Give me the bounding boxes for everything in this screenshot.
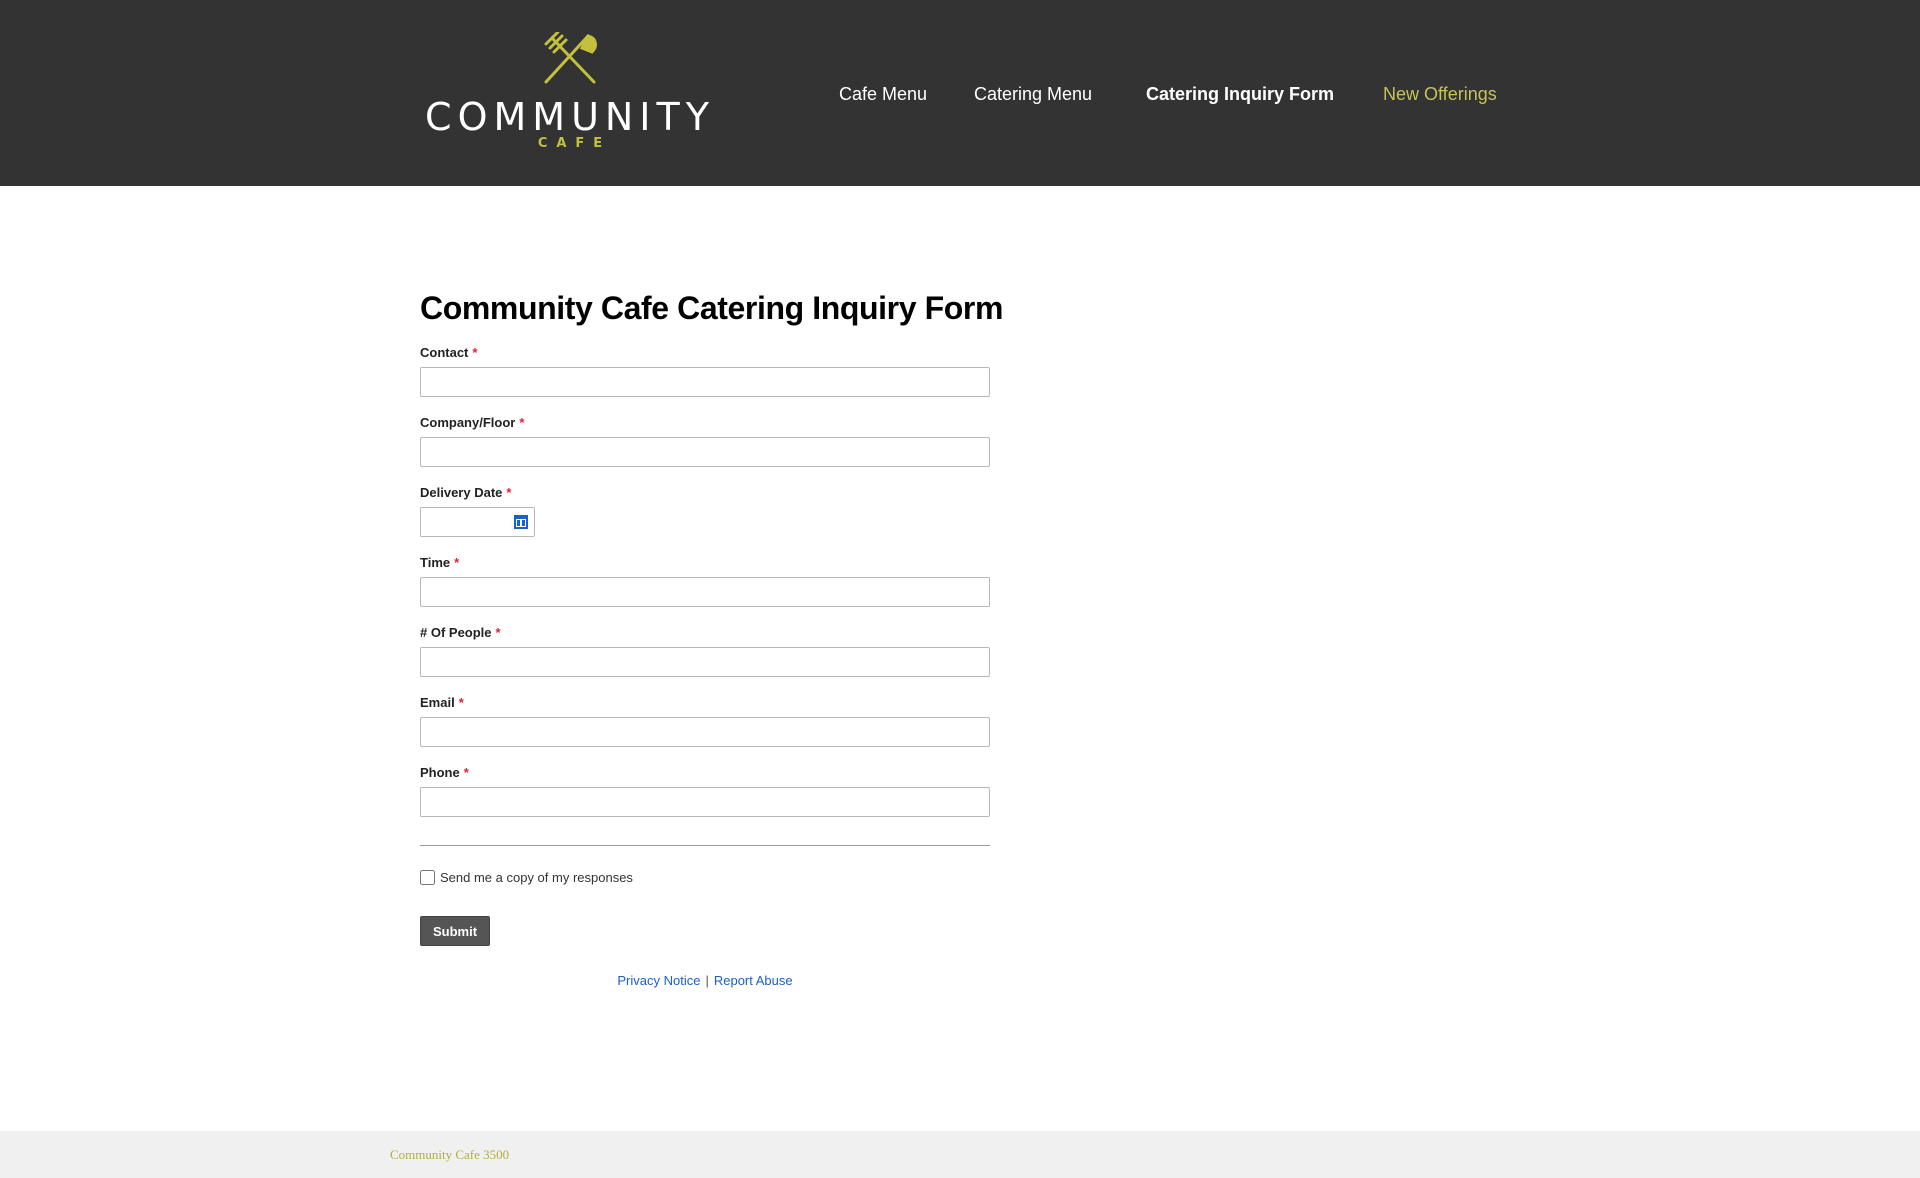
logo-tagline: CAFE — [537, 136, 612, 151]
required-marker: * — [454, 555, 460, 570]
submit-button[interactable]: Submit — [420, 916, 490, 946]
time-field: Time * — [420, 555, 990, 607]
company-floor-input[interactable] — [420, 437, 990, 467]
time-input[interactable] — [420, 577, 990, 607]
site-footer: Community Cafe 3500 — [0, 1131, 1920, 1178]
report-abuse-link[interactable]: Report Abuse — [714, 973, 793, 988]
number-of-people-input[interactable] — [420, 647, 990, 677]
contact-field: Contact * — [420, 345, 990, 397]
required-marker: * — [519, 415, 525, 430]
privacy-notice-link[interactable]: Privacy Notice — [617, 973, 700, 988]
number-of-people-field: # Of People * — [420, 625, 990, 677]
email-input[interactable] — [420, 717, 990, 747]
nav-catering-menu[interactable]: Catering Menu — [974, 80, 1092, 108]
number-of-people-label: # Of People * — [420, 625, 501, 640]
footer-text: Community Cafe 3500 — [390, 1147, 510, 1162]
nav-cafe-menu[interactable]: Cafe Menu — [839, 80, 927, 108]
delivery-date-picker — [420, 507, 535, 537]
contact-input[interactable] — [420, 367, 990, 397]
send-copy-checkbox[interactable] — [420, 870, 435, 885]
nav-new-offerings[interactable]: New Offerings — [1383, 80, 1497, 108]
required-marker: * — [463, 765, 469, 780]
calendar-icon[interactable] — [514, 515, 528, 529]
delivery-date-label: Delivery Date * — [420, 485, 512, 500]
required-marker: * — [506, 485, 512, 500]
form-footer-links: Privacy Notice | Report Abuse — [420, 973, 990, 989]
company-floor-field: Company/Floor * — [420, 415, 990, 467]
phone-input[interactable] — [420, 787, 990, 817]
logo-wordmark: COMMUNITY — [425, 95, 715, 139]
phone-field: Phone * — [420, 765, 990, 817]
contact-label: Contact * — [420, 345, 478, 360]
fork-knife-icon — [544, 32, 597, 84]
required-marker: * — [458, 695, 464, 710]
email-field: Email * — [420, 695, 990, 747]
delivery-date-field: Delivery Date * — [420, 485, 990, 537]
nav-catering-inquiry-form[interactable]: Catering Inquiry Form — [1146, 80, 1334, 108]
form-divider — [420, 845, 990, 846]
phone-label: Phone * — [420, 765, 469, 780]
send-copy-label[interactable]: Send me a copy of my responses — [440, 869, 633, 887]
company-floor-label: Company/Floor * — [420, 415, 525, 430]
page-title: Community Cafe Catering Inquiry Form — [420, 290, 1003, 326]
site-header: COMMUNITY CAFE Cafe Menu Catering Menu C… — [0, 0, 1920, 186]
link-separator: | — [705, 973, 709, 988]
required-marker: * — [495, 625, 501, 640]
email-label: Email * — [420, 695, 464, 710]
community-cafe-logo[interactable]: COMMUNITY CAFE — [420, 32, 720, 162]
time-label: Time * — [420, 555, 460, 570]
delivery-date-input[interactable] — [421, 508, 507, 536]
required-marker: * — [472, 345, 478, 360]
